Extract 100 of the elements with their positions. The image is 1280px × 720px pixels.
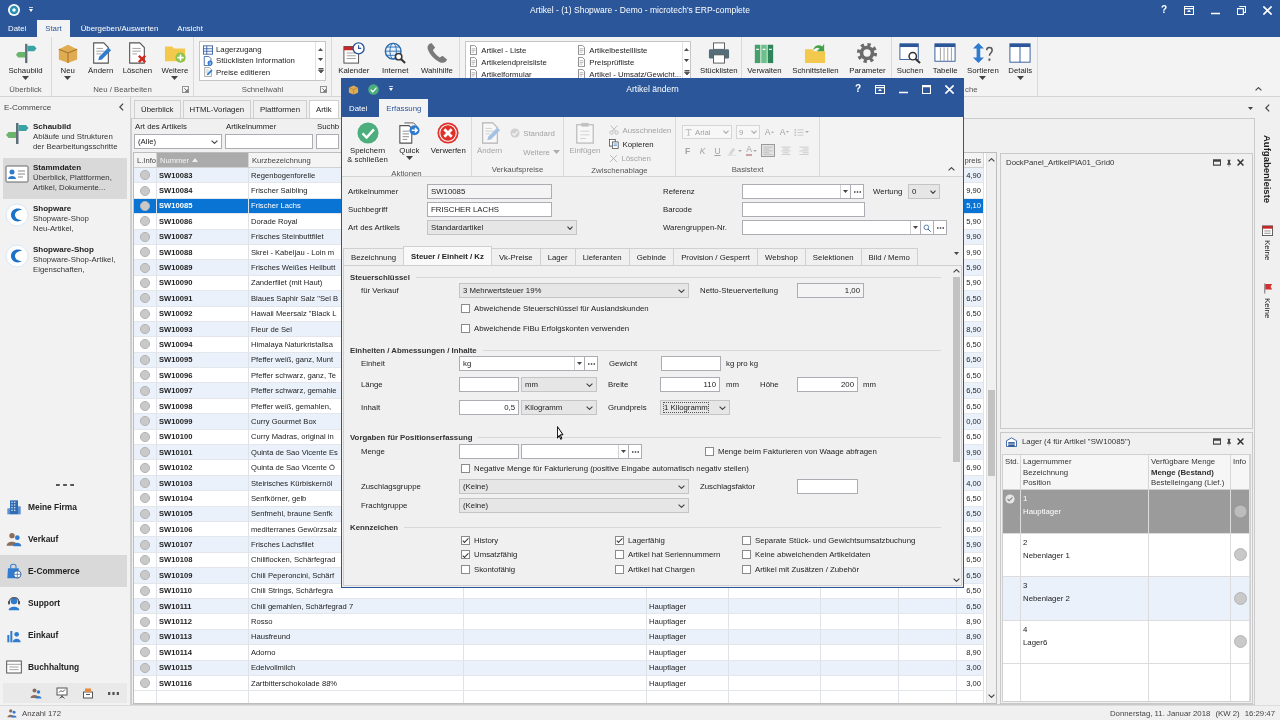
checkbox[interactable] bbox=[615, 550, 624, 560]
checkbox[interactable] bbox=[461, 463, 470, 473]
number-field[interactable] bbox=[797, 479, 858, 494]
checkbox[interactable] bbox=[461, 535, 470, 545]
checkbox[interactable] bbox=[742, 564, 751, 574]
people-icon bbox=[7, 708, 17, 718]
checkbox[interactable] bbox=[461, 304, 470, 313]
text-field[interactable] bbox=[742, 202, 865, 217]
collapse-ribbon-icon[interactable] bbox=[1255, 87, 1262, 91]
unit-field[interactable] bbox=[521, 444, 629, 459]
dialog-launcher-icon[interactable] bbox=[182, 86, 189, 93]
lookup-field[interactable] bbox=[742, 220, 921, 235]
browse-button[interactable] bbox=[934, 220, 947, 235]
restore-icon[interactable] bbox=[1237, 5, 1246, 15]
presentation-icon[interactable] bbox=[56, 687, 68, 699]
pane-title: E-Commerce bbox=[4, 102, 52, 112]
scissors-icon bbox=[609, 125, 620, 135]
pin-icon[interactable] bbox=[1226, 437, 1232, 446]
globe-search-icon bbox=[384, 42, 407, 64]
maximize-icon[interactable] bbox=[1213, 438, 1221, 445]
ribbon-display-icon[interactable] bbox=[875, 84, 885, 94]
document-info-icon bbox=[203, 56, 213, 66]
checkbox[interactable] bbox=[461, 324, 470, 333]
close-icon[interactable] bbox=[1237, 438, 1244, 445]
number-field[interactable] bbox=[661, 356, 721, 371]
filter-field[interactable] bbox=[316, 134, 339, 149]
module-item[interactable]: Einkauf bbox=[0, 619, 127, 651]
taskbar-title[interactable]: Aufgabenleiste bbox=[1262, 135, 1273, 204]
scroll-down-icon[interactable] bbox=[988, 694, 995, 698]
filter-field[interactable] bbox=[225, 134, 313, 149]
scrollbar-thumb[interactable] bbox=[988, 390, 995, 476]
box-stack-icon[interactable] bbox=[82, 687, 94, 699]
help-button[interactable]: ? bbox=[854, 84, 861, 94]
customize-icon[interactable] bbox=[388, 86, 394, 92]
ribbon-display-icon[interactable] bbox=[1184, 5, 1194, 15]
document-pencil-icon bbox=[203, 67, 213, 78]
help-button[interactable]: ? bbox=[1160, 5, 1167, 15]
taskbar-item[interactable]: Keine bbox=[1262, 282, 1273, 319]
expand-list-icon[interactable] bbox=[317, 68, 324, 75]
scroll-down-icon[interactable] bbox=[318, 58, 323, 61]
scrollbar-thumb[interactable] bbox=[952, 277, 960, 462]
chevron-down-icon bbox=[723, 130, 729, 134]
maximize-icon[interactable] bbox=[1213, 159, 1221, 166]
scroll-up-icon[interactable] bbox=[318, 47, 323, 51]
shopping-bag-icon bbox=[6, 563, 22, 579]
checkbox[interactable] bbox=[742, 535, 751, 545]
logo-icon bbox=[8, 4, 20, 16]
module-item[interactable]: Meine Firma bbox=[0, 491, 127, 523]
scroll-down-icon[interactable] bbox=[952, 578, 960, 582]
dialog-launcher-icon[interactable] bbox=[320, 86, 327, 93]
ellipsis-icon bbox=[936, 226, 944, 229]
browse-button[interactable] bbox=[851, 184, 864, 199]
document-delete-icon bbox=[126, 42, 149, 64]
headset-icon bbox=[6, 595, 22, 611]
checkbox[interactable] bbox=[461, 564, 470, 574]
window-search-icon bbox=[899, 42, 921, 64]
checkbox[interactable] bbox=[461, 550, 470, 560]
checkbox[interactable] bbox=[742, 550, 751, 560]
taskbar-item[interactable]: Keine bbox=[1262, 225, 1273, 261]
checkbox[interactable] bbox=[615, 535, 624, 545]
scroll-up-icon[interactable] bbox=[684, 48, 690, 51]
checkbox[interactable] bbox=[705, 447, 714, 456]
module-item[interactable]: Buchhaltung bbox=[0, 651, 127, 683]
ellipsis-icon bbox=[853, 190, 861, 193]
status-dot-icon bbox=[1233, 591, 1247, 605]
scroll-down-icon[interactable] bbox=[684, 59, 690, 62]
ellipsis-icon bbox=[587, 362, 595, 365]
number-field[interactable] bbox=[459, 444, 519, 459]
people-icon[interactable] bbox=[30, 687, 42, 699]
caret-icon bbox=[979, 76, 987, 80]
module-item[interactable]: E-Commerce bbox=[0, 555, 127, 587]
scrollbar[interactable] bbox=[986, 153, 996, 703]
search-button[interactable] bbox=[921, 220, 934, 235]
collapse-pane-icon[interactable] bbox=[119, 103, 124, 111]
expand-list-icon[interactable] bbox=[683, 70, 690, 76]
document-icon bbox=[469, 57, 479, 67]
font-icon bbox=[685, 128, 692, 136]
customize-icon[interactable] bbox=[28, 7, 34, 13]
close-icon[interactable] bbox=[1237, 159, 1244, 166]
printer-icon bbox=[707, 42, 730, 64]
pin-icon[interactable] bbox=[1226, 158, 1232, 167]
collapse-ribbon-icon[interactable] bbox=[948, 167, 955, 171]
lookup-field[interactable] bbox=[742, 184, 851, 199]
module-item[interactable]: Support bbox=[0, 587, 127, 619]
align-right-icon bbox=[799, 146, 809, 155]
binders-icon bbox=[753, 42, 776, 64]
number-field[interactable] bbox=[459, 377, 519, 392]
browse-button[interactable] bbox=[585, 356, 598, 371]
browse-button[interactable] bbox=[629, 444, 642, 459]
checkbox[interactable] bbox=[615, 564, 624, 574]
scroll-up-icon[interactable] bbox=[988, 158, 995, 162]
scroll-up-icon[interactable] bbox=[952, 269, 960, 273]
more-icon[interactable] bbox=[108, 691, 119, 695]
module-item[interactable]: Verkauf bbox=[0, 523, 127, 555]
calendar-icon bbox=[1262, 225, 1273, 237]
expand-pane-icon[interactable] bbox=[1265, 104, 1270, 112]
tab-list-caret-icon[interactable] bbox=[1248, 107, 1253, 110]
caret-icon bbox=[621, 450, 626, 453]
tab-list-caret-icon[interactable] bbox=[954, 252, 959, 255]
chevron-down-icon bbox=[719, 405, 726, 410]
